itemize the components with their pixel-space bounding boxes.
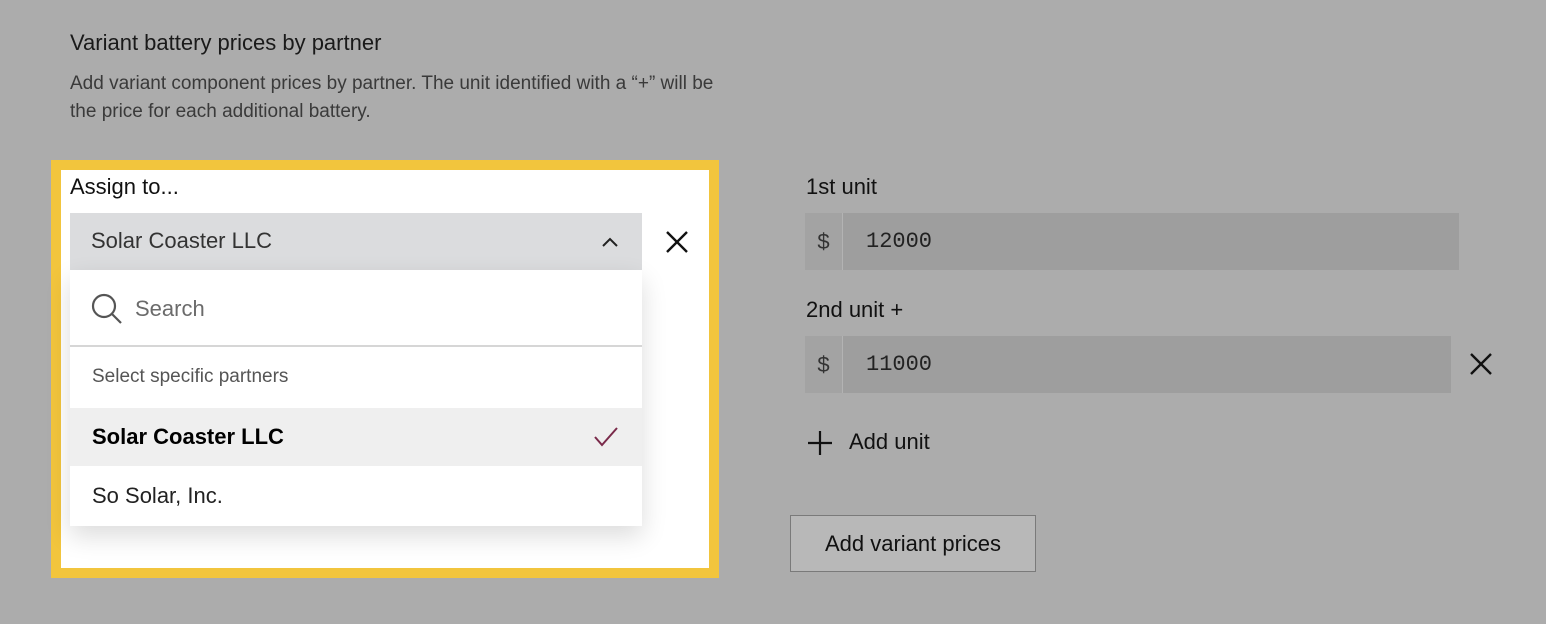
unit-2-price-input[interactable] — [866, 336, 1436, 393]
section-title: Variant battery prices by partner — [70, 30, 382, 55]
remove-unit-close-icon[interactable] — [1464, 347, 1498, 381]
assign-to-label: Assign to... — [70, 174, 179, 199]
dropdown-search — [70, 270, 642, 347]
search-icon — [91, 293, 122, 324]
partner-option-solar-coaster[interactable]: Solar Coaster LLC — [70, 408, 642, 466]
partner-option-label: Solar Coaster LLC — [92, 424, 284, 449]
unit-1-price-input[interactable] — [866, 213, 1446, 270]
search-input[interactable] — [135, 290, 615, 328]
partner-select-value: Solar Coaster LLC — [91, 228, 272, 253]
partner-dropdown-menu: Select specific partners Solar Coaster L… — [70, 270, 642, 526]
unit-2-price-field: $ — [805, 336, 1451, 393]
add-variant-prices-button[interactable]: Add variant prices — [790, 515, 1036, 572]
unit-2-label: 2nd unit + — [806, 297, 904, 322]
plus-icon — [808, 431, 832, 455]
add-unit-label: Add unit — [849, 429, 930, 454]
partner-option-so-solar[interactable]: So Solar, Inc. — [70, 467, 642, 525]
partner-select[interactable]: Solar Coaster LLC — [70, 213, 642, 270]
check-icon — [594, 427, 618, 447]
partner-option-label: So Solar, Inc. — [92, 483, 223, 508]
unit-1-price-field: $ — [805, 213, 1459, 270]
remove-assignment-close-icon[interactable] — [660, 225, 694, 259]
currency-prefix: $ — [805, 213, 843, 270]
section-description: Add variant component prices by partner.… — [70, 73, 714, 122]
unit-1-label: 1st unit — [806, 174, 877, 199]
chevron-up-icon — [602, 237, 618, 247]
currency-prefix: $ — [805, 336, 843, 393]
dropdown-group-label: Select specific partners — [92, 366, 289, 387]
